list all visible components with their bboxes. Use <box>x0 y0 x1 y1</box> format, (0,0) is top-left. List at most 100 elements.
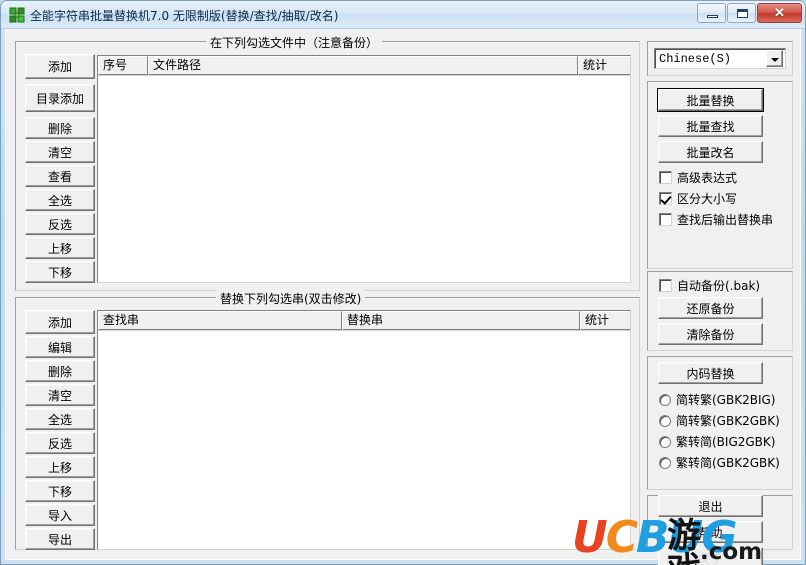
option-output-after-find[interactable]: 查找后输出替换串 <box>659 211 773 228</box>
clear-backup-button[interactable]: 清除备份 <box>658 323 763 345</box>
radio-gbk2gbk-t2s-icon[interactable] <box>659 456 671 469</box>
replace-list-header: 查找串 替换串 统计 <box>98 311 630 331</box>
radio-gbk2gbk-s2t[interactable]: 简转繁(GBK2GBK) <box>659 412 780 429</box>
file-col-count[interactable]: 统计 <box>578 56 630 75</box>
radio-gbk2gbk-t2s[interactable]: 繁转简(GBK2GBK) <box>659 454 780 471</box>
checkbox-advanced-regex-icon[interactable] <box>659 171 672 184</box>
file-btn-move-down-label: 下移 <box>47 265 72 280</box>
batch-replace-button[interactable]: 批量替换 <box>658 89 763 111</box>
file-list[interactable]: 序号 文件路径 统计 <box>97 55 631 283</box>
replace-col-find[interactable]: 查找串 <box>98 311 342 330</box>
file-btn-add-label: 添加 <box>47 60 72 74</box>
batch-find-label: 批量查找 <box>686 119 735 134</box>
replace-btn-delete-label: 删除 <box>47 364 72 379</box>
file-btn-invert-label: 反选 <box>47 217 72 232</box>
language-select-value: Chinese(S) <box>659 51 732 66</box>
option-match-case[interactable]: 区分大小写 <box>659 190 737 207</box>
replace-btn-import-label: 导入 <box>47 508 72 523</box>
about-label: 关于 <box>698 551 723 565</box>
replace-btn-move-down[interactable]: 下移 <box>25 480 95 502</box>
client-area: 在下列勾选文件中（注意备份） 添加 目录添加 删除 清空 查看 全选 反选 上移… <box>5 29 801 565</box>
batch-replace-label: 批量替换 <box>686 93 735 108</box>
replace-list[interactable]: 查找串 替换串 统计 <box>97 310 631 550</box>
file-col-index[interactable]: 序号 <box>98 56 148 75</box>
checkbox-auto-backup-icon[interactable] <box>659 279 672 292</box>
encoding-replace-button[interactable]: 内码替换 <box>658 362 763 384</box>
radio-gbk2big[interactable]: 简转繁(GBK2BIG) <box>659 391 775 408</box>
file-btn-clear[interactable]: 清空 <box>25 141 95 163</box>
exit-label: 退出 <box>698 499 723 514</box>
radio-gbk2gbk-s2t-icon[interactable] <box>659 414 671 427</box>
window-title: 全能字符串批量替换机7.0 无限制版(替换/查找/抽取/改名) <box>30 9 339 23</box>
checkbox-match-case-icon[interactable] <box>659 192 672 205</box>
minimize-button[interactable] <box>697 3 726 23</box>
file-btn-clear-label: 清空 <box>47 145 72 160</box>
file-list-header: 序号 文件路径 统计 <box>98 56 630 76</box>
replace-btn-move-down-label: 下移 <box>47 484 72 499</box>
replace-btn-add[interactable]: 添加 <box>25 310 95 334</box>
option-match-case-label: 区分大小写 <box>677 192 738 206</box>
batch-rename-label: 批量改名 <box>686 145 735 160</box>
title-bar[interactable]: 全能字符串批量替换机7.0 无限制版(替换/查找/抽取/改名) ✕ <box>1 1 805 29</box>
window-controls: ✕ <box>696 3 802 25</box>
replace-btn-select-all-label: 全选 <box>47 412 72 427</box>
replace-btn-add-label: 添加 <box>47 315 72 330</box>
app-puzzle-icon <box>9 7 25 23</box>
file-btn-select-all-label: 全选 <box>47 193 72 208</box>
file-btn-invert[interactable]: 反选 <box>25 213 95 235</box>
replace-btn-import[interactable]: 导入 <box>25 504 95 526</box>
replace-btn-edit[interactable]: 编辑 <box>25 336 95 358</box>
file-btn-add-dir-label: 目录添加 <box>35 91 84 106</box>
file-btn-add-dir[interactable]: 目录添加 <box>25 84 95 112</box>
radio-big2gbk-label: 繁转简(BIG2GBK) <box>676 435 776 449</box>
replace-list-body[interactable] <box>98 331 630 549</box>
replace-btn-invert-label: 反选 <box>47 436 72 451</box>
file-btn-view[interactable]: 查看 <box>25 165 95 187</box>
file-btn-select-all[interactable]: 全选 <box>25 189 95 211</box>
radio-big2gbk-icon[interactable] <box>659 435 671 448</box>
clear-backup-label: 清除备份 <box>686 327 735 342</box>
replace-btn-export-label: 导出 <box>47 532 72 547</box>
radio-gbk2gbk-s2t-label: 简转繁(GBK2GBK) <box>676 414 780 428</box>
restore-backup-button[interactable]: 还原备份 <box>658 297 763 319</box>
minimize-icon <box>707 15 718 18</box>
close-icon: ✕ <box>774 5 785 20</box>
application-window: 全能字符串批量替换机7.0 无限制版(替换/查找/抽取/改名) ✕ 在下列勾选文… <box>0 0 806 565</box>
file-btn-move-down[interactable]: 下移 <box>25 261 95 283</box>
help-button[interactable]: 帮助 <box>658 521 763 543</box>
close-button[interactable]: ✕ <box>757 3 802 23</box>
file-btn-delete[interactable]: 删除 <box>25 117 95 139</box>
replace-btn-edit-label: 编辑 <box>47 340 72 355</box>
chevron-down-icon[interactable] <box>766 50 783 67</box>
about-button[interactable]: 关于 <box>658 547 763 565</box>
file-btn-view-label: 查看 <box>47 169 72 184</box>
batch-rename-button[interactable]: 批量改名 <box>658 141 763 163</box>
file-group-title: 在下列勾选文件中（注意备份） <box>206 34 383 51</box>
replace-btn-export[interactable]: 导出 <box>25 528 95 550</box>
replace-btn-delete[interactable]: 删除 <box>25 360 95 382</box>
exit-button[interactable]: 退出 <box>658 495 763 517</box>
radio-big2gbk[interactable]: 繁转简(BIG2GBK) <box>659 433 775 450</box>
radio-gbk2big-label: 简转繁(GBK2BIG) <box>676 393 776 407</box>
batch-find-button[interactable]: 批量查找 <box>658 115 763 137</box>
replace-btn-invert[interactable]: 反选 <box>25 432 95 454</box>
option-output-after-find-label: 查找后输出替换串 <box>677 213 774 227</box>
file-list-body[interactable] <box>98 76 630 282</box>
file-btn-add[interactable]: 添加 <box>25 54 95 79</box>
checkbox-output-after-find-icon[interactable] <box>659 213 672 226</box>
option-auto-backup[interactable]: 自动备份(.bak) <box>659 277 760 294</box>
radio-gbk2big-icon[interactable] <box>659 393 671 406</box>
replace-btn-select-all[interactable]: 全选 <box>25 408 95 430</box>
replace-btn-clear[interactable]: 清空 <box>25 384 95 406</box>
replace-btn-move-up[interactable]: 上移 <box>25 456 95 478</box>
language-select[interactable]: Chinese(S) <box>654 48 786 69</box>
replace-col-count[interactable]: 统计 <box>580 311 630 330</box>
replace-group-title: 替换下列勾选串(双击修改) <box>216 290 366 307</box>
replace-col-replace[interactable]: 替换串 <box>342 311 580 330</box>
option-advanced-regex-label: 高级表达式 <box>677 171 738 185</box>
file-btn-move-up[interactable]: 上移 <box>25 237 95 259</box>
file-col-path[interactable]: 文件路径 <box>148 56 578 75</box>
maximize-button[interactable] <box>727 3 756 23</box>
replace-btn-move-up-label: 上移 <box>47 460 72 475</box>
option-advanced-regex[interactable]: 高级表达式 <box>659 169 737 186</box>
